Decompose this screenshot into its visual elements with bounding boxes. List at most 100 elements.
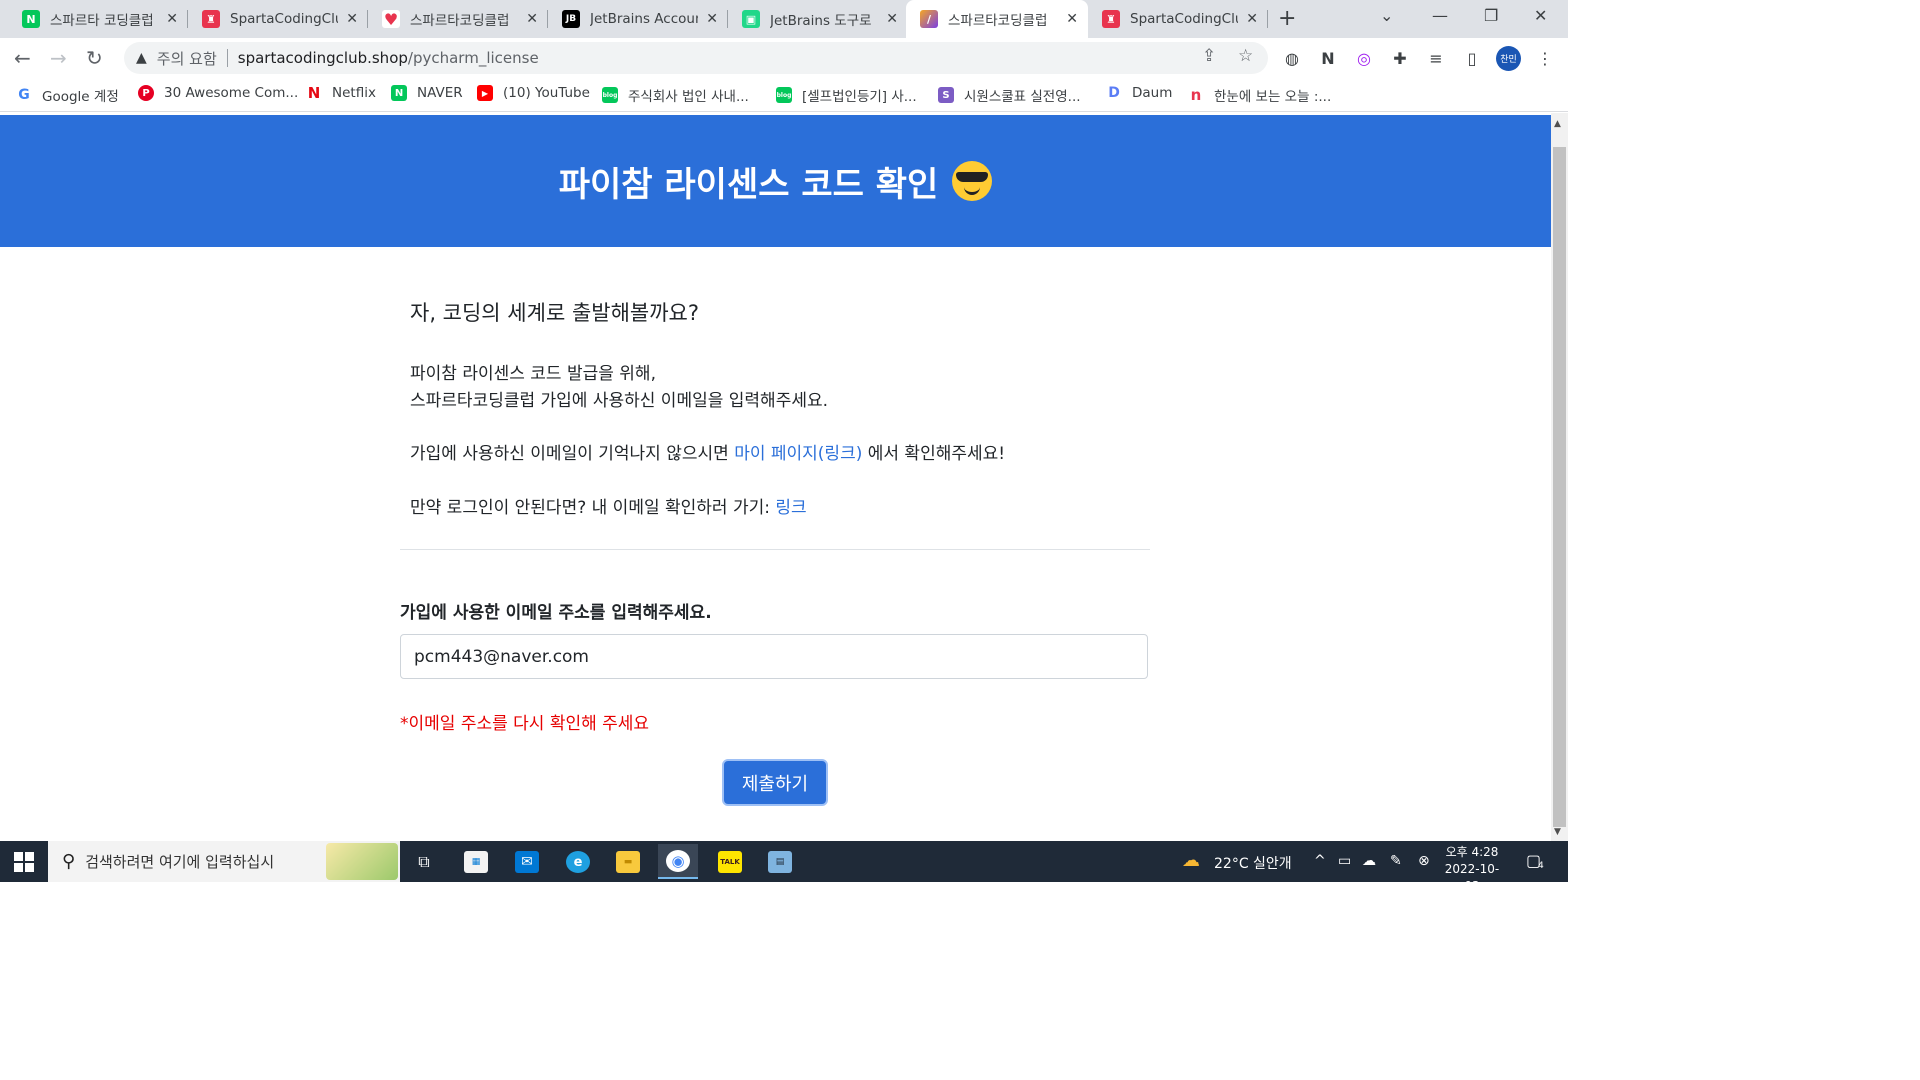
page-viewport: 파이참 라이센스 코드 확인 자, 코딩의 세계로 출발해볼까요? 파이참 라이… xyxy=(0,113,1551,841)
close-tab-icon[interactable]: ✕ xyxy=(526,11,538,27)
forgot-email-paragraph: 가입에 사용하신 이메일이 기억나지 않으시면 마이 페이지(링크) 에서 확인… xyxy=(410,441,1005,468)
bookmark-item[interactable]: n 한눈에 보는 오늘 :... xyxy=(1188,85,1331,105)
siwon-icon: S xyxy=(938,87,954,103)
bookmark-star-icon[interactable]: ☆ xyxy=(1238,46,1253,66)
bookmark-label: [셀프법인등기] 사... xyxy=(802,89,917,105)
sparta-gradient-icon: / xyxy=(920,10,938,28)
bookmark-item[interactable]: D Daum xyxy=(1106,85,1172,101)
tab-search-chevron-icon[interactable]: ⌄ xyxy=(1380,6,1393,25)
tab-title: 스파르타코딩클럽 xyxy=(948,13,1048,29)
pinterest-icon: P xyxy=(138,85,154,101)
search-icon: ⚲ xyxy=(62,851,76,872)
browser-tab[interactable]: ♜ SpartaCodingClub ✕ xyxy=(180,0,368,38)
scroll-down-arrow-icon[interactable]: ▼ xyxy=(1554,827,1561,837)
file-explorer-icon[interactable]: ▬ xyxy=(608,847,648,877)
submit-button[interactable]: 제출하기 xyxy=(722,759,828,806)
bookmark-item[interactable]: blog [셀프법인등기] 사... xyxy=(776,85,917,105)
app-window-icon[interactable]: ▤ xyxy=(760,847,800,877)
bookmark-item[interactable]: P 30 Awesome Com... xyxy=(138,85,298,101)
url-text[interactable]: spartacodingclub.shop/pycharm_license xyxy=(238,49,539,67)
side-panel-icon[interactable]: ▯ xyxy=(1461,47,1483,69)
taskbar-search[interactable]: ⚲ 검색하려면 여기에 입력하십시 xyxy=(48,841,400,882)
extension-circle-icon[interactable]: ◎ xyxy=(1353,47,1375,69)
hero-banner: 파이참 라이센스 코드 확인 xyxy=(0,115,1551,247)
email-field[interactable] xyxy=(400,634,1148,679)
media-queue-icon[interactable]: ≡ xyxy=(1425,47,1447,69)
tab-title: JetBrains 도구로 xyxy=(770,13,872,29)
email-error-message: *이메일 주소를 다시 확인해 주세요 xyxy=(400,714,650,734)
browser-tab[interactable]: JB JetBrains Account ✕ xyxy=(540,0,728,38)
close-tab-icon[interactable]: ✕ xyxy=(706,11,718,27)
pen-icon[interactable]: ✎ xyxy=(1390,853,1402,869)
new-tab-button[interactable]: + xyxy=(1278,6,1296,31)
scroll-up-arrow-icon[interactable]: ▲ xyxy=(1554,119,1561,129)
tab-title: 스파르타코딩클럽 xyxy=(410,13,510,29)
tray-chevron-icon[interactable]: ^ xyxy=(1314,853,1326,869)
warning-triangle-icon[interactable]: ▲ xyxy=(136,50,147,66)
restore-icon[interactable]: ❐ xyxy=(1484,6,1498,25)
close-tab-icon[interactable]: ✕ xyxy=(1066,11,1078,27)
email-check-link[interactable]: 링크 xyxy=(775,498,806,518)
bookmark-item[interactable]: ▶ (10) YouTube xyxy=(477,85,590,101)
weather-icon[interactable]: ☁ xyxy=(1182,850,1200,871)
bookmark-item[interactable]: N NAVER xyxy=(391,85,463,101)
mail-icon[interactable]: ✉ xyxy=(507,847,547,877)
weather-text[interactable]: 22°C 실안개 xyxy=(1214,853,1292,873)
daum-icon: D xyxy=(1106,85,1122,101)
browser-tab[interactable]: N 스파르타 코딩클럽 ✕ xyxy=(0,0,188,38)
task-view-icon[interactable]: ⧉ xyxy=(404,847,444,877)
scrollbar-thumb[interactable] xyxy=(1553,147,1566,827)
kebab-menu-icon[interactable]: ⋮ xyxy=(1534,47,1556,69)
bookmark-label: NAVER xyxy=(417,85,463,101)
close-tab-icon[interactable]: ✕ xyxy=(346,11,358,27)
close-tab-icon[interactable]: ✕ xyxy=(1246,11,1258,27)
browser-tab[interactable]: ♜ SpartaCodingClub ✕ xyxy=(1080,0,1268,38)
share-icon[interactable]: ⇪ xyxy=(1202,46,1216,66)
page-scrollbar[interactable]: ▲ ▼ xyxy=(1551,113,1568,841)
clock-date: 2022-10-03 xyxy=(1444,862,1500,893)
security-warning-label[interactable]: 주의 요함 xyxy=(157,48,217,69)
browser-tab-active[interactable]: / 스파르타코딩클럽 ✕ xyxy=(906,0,1088,38)
email-field-label: 가입에 사용한 이메일 주소를 입력해주세요. xyxy=(400,603,712,623)
close-tab-icon[interactable]: ✕ xyxy=(166,11,178,27)
bookmark-item[interactable]: blog 주식회사 법인 사내... xyxy=(602,85,749,105)
forward-arrow-icon[interactable]: → xyxy=(50,46,67,70)
extension-letter-icon[interactable]: N xyxy=(1317,47,1339,69)
close-tab-icon[interactable]: ✕ xyxy=(886,11,898,27)
browser-tab[interactable]: ♥ 스파르타코딩클럽 ✕ xyxy=(360,0,548,38)
puzzle-extensions-icon[interactable]: ✚ xyxy=(1389,47,1411,69)
my-page-link[interactable]: 마이 페이지(링크) xyxy=(734,444,862,464)
ime-icon[interactable]: ⊗ xyxy=(1418,853,1430,869)
bookmark-item[interactable]: N Netflix xyxy=(306,84,376,102)
greeting-heading: 자, 코딩의 세계로 출발해볼까요? xyxy=(410,301,700,325)
browser-tab[interactable]: ▣ JetBrains 도구로 ✕ xyxy=(720,0,908,38)
extension-globe-icon[interactable]: ◍ xyxy=(1281,47,1303,69)
close-window-icon[interactable]: ✕ xyxy=(1534,6,1547,25)
forgot-prefix: 가입에 사용하신 이메일이 기억나지 않으시면 xyxy=(410,444,729,464)
news-icon: n xyxy=(1188,86,1204,104)
jetbrains-icon: JB xyxy=(562,10,580,28)
back-arrow-icon[interactable]: ← xyxy=(14,46,31,70)
system-clock[interactable]: 오후 4:28 2022-10-03 xyxy=(1440,844,1504,895)
bookmark-item[interactable]: S 시원스쿨표 실전영... xyxy=(938,85,1081,105)
reload-icon[interactable]: ↻ xyxy=(86,46,103,70)
page-title-text: 파이참 라이센스 코드 확인 xyxy=(558,164,939,205)
url-host: spartacodingclub.shop xyxy=(237,49,408,67)
address-bar[interactable]: ▲ 주의 요함 spartacodingclub.shop/pycharm_li… xyxy=(124,42,1268,74)
youtube-icon: ▶ xyxy=(477,85,493,101)
chrome-icon[interactable]: ◉ xyxy=(658,844,698,879)
windows-start-icon[interactable] xyxy=(14,852,34,872)
intro-paragraph: 파이참 라이센스 코드 발급을 위해, 스파르타코딩클럽 가입에 사용하신 이메… xyxy=(410,361,828,415)
edge-icon[interactable]: e xyxy=(558,847,598,877)
kakaotalk-icon[interactable]: TALK xyxy=(710,847,750,877)
intro-line: 파이참 라이센스 코드 발급을 위해, xyxy=(410,364,656,384)
microsoft-store-icon[interactable]: ▦ xyxy=(456,847,496,877)
minimize-icon[interactable]: — xyxy=(1432,6,1448,25)
sunglasses-emoji-icon xyxy=(952,161,993,201)
profile-avatar[interactable]: 찬민 xyxy=(1496,46,1521,71)
bookmark-label: 주식회사 법인 사내... xyxy=(628,89,749,105)
blog-icon: blog xyxy=(776,87,792,103)
network-icon[interactable]: ☁ xyxy=(1362,853,1376,869)
meet-icon[interactable]: ▭ xyxy=(1338,853,1351,869)
bookmark-item[interactable]: G Google 계정 xyxy=(16,85,119,105)
